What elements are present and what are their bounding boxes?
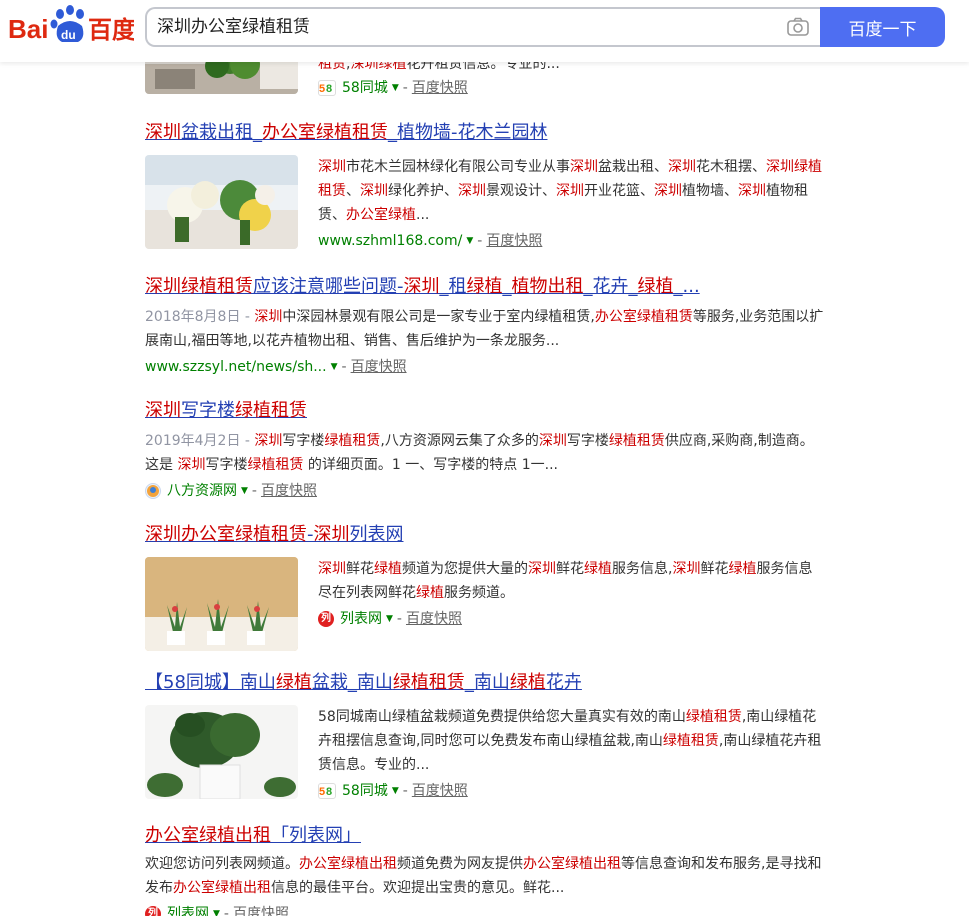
search-button[interactable]: 百度一下 — [820, 7, 945, 47]
chevron-down-icon[interactable]: ▼ — [392, 779, 399, 803]
svg-text:5: 5 — [319, 786, 325, 797]
search-input[interactable] — [157, 9, 767, 45]
result-source: 列 列表网 ▼ - 百度快照 — [145, 902, 825, 916]
snapshot-link[interactable]: 百度快照 — [406, 607, 462, 631]
result-snippet: 欢迎您访问列表网频道。办公室绿植出租频道免费为网友提供办公室绿植出租等信息查询和… — [145, 856, 822, 896]
svg-text:du: du — [61, 28, 76, 42]
result-item: 办公室绿植出租「列表网」 欢迎您访问列表网频道。办公室绿植出租频道免费为网友提供… — [145, 824, 825, 916]
result-source: 八方资源网 ▼ - 百度快照 — [145, 479, 825, 503]
result-snippet: 2019年4月2日 - 深圳写字楼绿植租赁,八方资源网云集了众多的深圳写字楼绿植… — [145, 433, 814, 473]
result-title[interactable]: 深圳盆栽出租_办公室绿植租赁_植物墙-花木兰园林 — [145, 121, 825, 145]
58tongcheng-icon: 58 — [318, 80, 336, 96]
chevron-down-icon[interactable]: ▼ — [213, 902, 220, 916]
liebiao-icon: 列 — [318, 611, 334, 627]
source-name[interactable]: 58同城 — [342, 779, 388, 803]
result-source: www.szzsyl.net/news/sh... ▼ - 百度快照 — [145, 355, 825, 379]
svg-text:百度: 百度 — [88, 16, 134, 44]
chevron-down-icon[interactable]: ▼ — [386, 607, 393, 631]
result-item: 【58同城】南山绿植盆栽_南山绿植租赁_南山绿植花卉 58同城南山绿植盆栽频道免… — [145, 671, 825, 803]
chevron-down-icon[interactable]: ▼ — [241, 479, 248, 503]
snapshot-link[interactable]: 百度快照 — [261, 479, 317, 503]
result-title[interactable]: 深圳绿植租赁应该注意哪些问题-深圳_租绿植_植物出租_花卉_绿植_... — [145, 275, 825, 299]
snapshot-link[interactable]: 百度快照 — [351, 355, 407, 379]
source-url[interactable]: www.szhml168.com/ — [318, 229, 462, 253]
source-name[interactable]: 八方资源网 — [167, 479, 237, 503]
snapshot-link[interactable]: 百度快照 — [412, 779, 468, 803]
58tongcheng-icon: 58 — [318, 783, 336, 799]
svg-text:5: 5 — [319, 83, 325, 94]
liebiao-icon: 列 — [145, 906, 161, 916]
svg-text:8: 8 — [326, 83, 332, 94]
result-title[interactable]: 深圳写字楼绿植租赁 — [145, 399, 825, 423]
result-snippet: 深圳市花木兰园林绿化有限公司专业从事深圳盆栽出租、深圳花木租摆、深圳绿植租赁、深… — [318, 159, 822, 223]
result-title[interactable]: 深圳办公室绿植租赁-深圳列表网 — [145, 523, 825, 547]
result-snippet: 深圳鲜花绿植频道为您提供大量的深圳鲜花绿植服务信息,深圳鲜花绿植服务信息尽在列表… — [318, 561, 813, 601]
result-title[interactable]: 【58同城】南山绿植盆栽_南山绿植租赁_南山绿植花卉 — [145, 671, 825, 695]
result-source: www.szhml168.com/ ▼ - 百度快照 — [318, 229, 825, 253]
result-title[interactable]: 办公室绿植出租「列表网」 — [145, 824, 825, 848]
snapshot-link[interactable]: 百度快照 — [486, 229, 542, 253]
result-item: 深圳绿植租赁应该注意哪些问题-深圳_租绿植_植物出租_花卉_绿植_... 201… — [145, 275, 825, 379]
source-url[interactable]: www.szzsyl.net/news/sh... — [145, 355, 327, 379]
source-name[interactable]: 58同城 — [342, 76, 388, 100]
result-thumbnail[interactable] — [145, 155, 298, 249]
snapshot-link[interactable]: 百度快照 — [233, 902, 289, 916]
svg-text:Bai: Bai — [8, 14, 48, 44]
snapshot-link[interactable]: 百度快照 — [412, 76, 468, 100]
source-name[interactable]: 列表网 — [340, 607, 382, 631]
result-thumbnail[interactable] — [145, 557, 298, 651]
chevron-down-icon[interactable]: ▼ — [331, 355, 338, 379]
result-item: 深圳盆栽出租_办公室绿植租赁_植物墙-花木兰园林 深圳市花木兰园林绿化有限公司专… — [145, 121, 825, 253]
chevron-down-icon[interactable]: ▼ — [392, 76, 399, 100]
result-thumbnail[interactable] — [145, 705, 298, 799]
result-snippet: 2018年8月8日 - 深圳中深园林景观有限公司是一家专业于室内绿植租赁,办公室… — [145, 309, 824, 349]
baidu-logo[interactable]: Bai du 百度 — [8, 2, 137, 50]
result-snippet: 58同城南山绿植盆栽频道免费提供给您大量真实有效的南山绿植租赁,南山绿植花卉租摆… — [318, 709, 822, 773]
result-source: 列 列表网 ▼ - 百度快照 — [318, 607, 825, 631]
result-source: 58 58同城 ▼ - 百度快照 — [318, 779, 825, 803]
camera-icon[interactable] — [787, 17, 809, 37]
result-date: 2018年8月8日 - — [145, 309, 255, 325]
result-item: 深圳写字楼绿植租赁 2019年4月2日 - 深圳写字楼绿植租赁,八方资源网云集了… — [145, 399, 825, 503]
bafang-icon — [145, 483, 161, 499]
chevron-down-icon[interactable]: ▼ — [466, 229, 473, 253]
source-name[interactable]: 列表网 — [167, 902, 209, 916]
search-box — [145, 7, 821, 47]
search-header: Bai du 百度 百度一下 — [0, 0, 969, 62]
svg-text:8: 8 — [326, 786, 332, 797]
result-item: 深圳办公室绿植租赁-深圳列表网 深圳鲜花绿植频道为您提供大量的深圳鲜花绿植服务信… — [145, 523, 825, 651]
result-source: 58 58同城 ▼ - 百度快照 — [318, 76, 825, 100]
result-date: 2019年4月2日 - — [145, 433, 255, 449]
